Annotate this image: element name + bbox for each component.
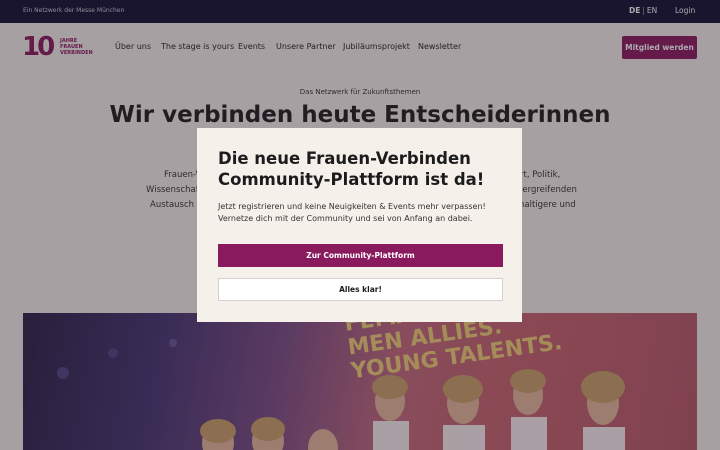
community-modal: Die neue Frauen-Verbinden Community-Plat…	[197, 128, 522, 322]
community-platform-button[interactable]: Zur Community-Plattform	[218, 244, 503, 267]
dismiss-button[interactable]: Alles klar!	[218, 278, 503, 301]
modal-title: Die neue Frauen-Verbinden Community-Plat…	[218, 149, 485, 189]
modal-body: Jetzt registrieren und keine Neuigkeiten…	[218, 202, 486, 223]
